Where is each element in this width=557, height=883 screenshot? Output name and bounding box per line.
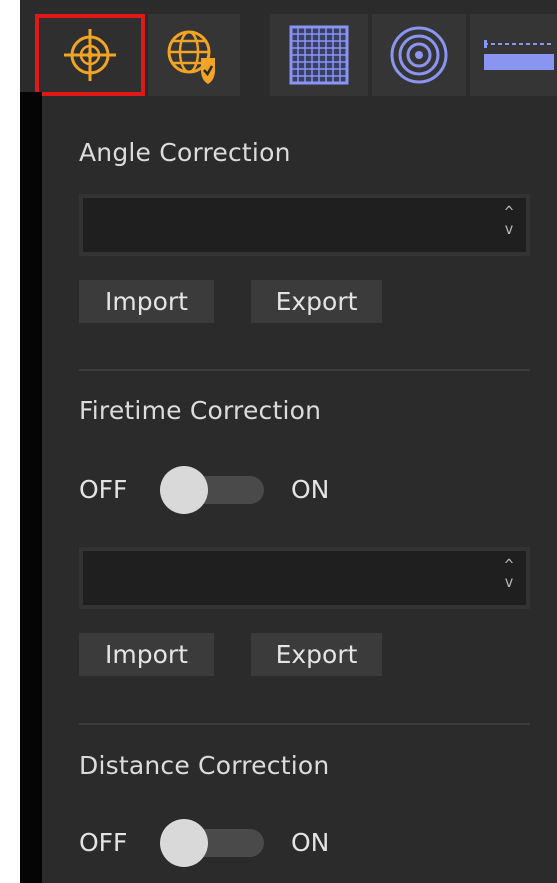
- angle-correction-spin[interactable]: ^ v: [500, 204, 518, 246]
- firetime-on-label: ON: [291, 475, 330, 504]
- firetime-import-button[interactable]: Import: [79, 633, 214, 676]
- distance-toggle[interactable]: [160, 819, 264, 867]
- globe-shield-icon: [167, 30, 215, 84]
- tool-globe-shield[interactable]: [148, 14, 240, 96]
- section-divider: [79, 369, 530, 371]
- firetime-toggle[interactable]: [160, 466, 264, 514]
- chevron-up-icon[interactable]: ^: [500, 557, 518, 574]
- tool-crosshair[interactable]: [35, 14, 145, 96]
- grid-icon: [289, 25, 349, 85]
- angle-correction-file-select[interactable]: ^ v: [79, 194, 530, 256]
- tool-ruler[interactable]: [470, 14, 557, 96]
- firetime-correction-spin[interactable]: ^ v: [500, 557, 518, 599]
- toggle-knob[interactable]: [160, 819, 208, 867]
- angle-import-button[interactable]: Import: [79, 280, 214, 323]
- toolbar: [20, 0, 557, 100]
- firetime-off-label: OFF: [79, 475, 128, 504]
- crosshair-target-icon: [64, 29, 116, 81]
- tool-rings[interactable]: [372, 14, 466, 96]
- distance-on-label: ON: [291, 828, 330, 857]
- chevron-down-icon[interactable]: v: [500, 574, 518, 591]
- distance-correction-title: Distance Correction: [79, 751, 330, 780]
- section-divider: [79, 723, 530, 725]
- concentric-rings-icon: [390, 26, 448, 84]
- firetime-correction-title: Firetime Correction: [79, 396, 322, 425]
- firetime-correction-file-select[interactable]: ^ v: [79, 547, 530, 609]
- toggle-knob[interactable]: [160, 466, 208, 514]
- left-edge-bar: [20, 92, 42, 883]
- ruler-icon: [483, 40, 554, 70]
- chevron-up-icon[interactable]: ^: [500, 204, 518, 221]
- tool-grid[interactable]: [270, 14, 368, 96]
- angle-export-button[interactable]: Export: [251, 280, 382, 323]
- angle-correction-title: Angle Correction: [79, 138, 291, 167]
- distance-off-label: OFF: [79, 828, 128, 857]
- chevron-down-icon[interactable]: v: [500, 221, 518, 238]
- firetime-export-button[interactable]: Export: [251, 633, 382, 676]
